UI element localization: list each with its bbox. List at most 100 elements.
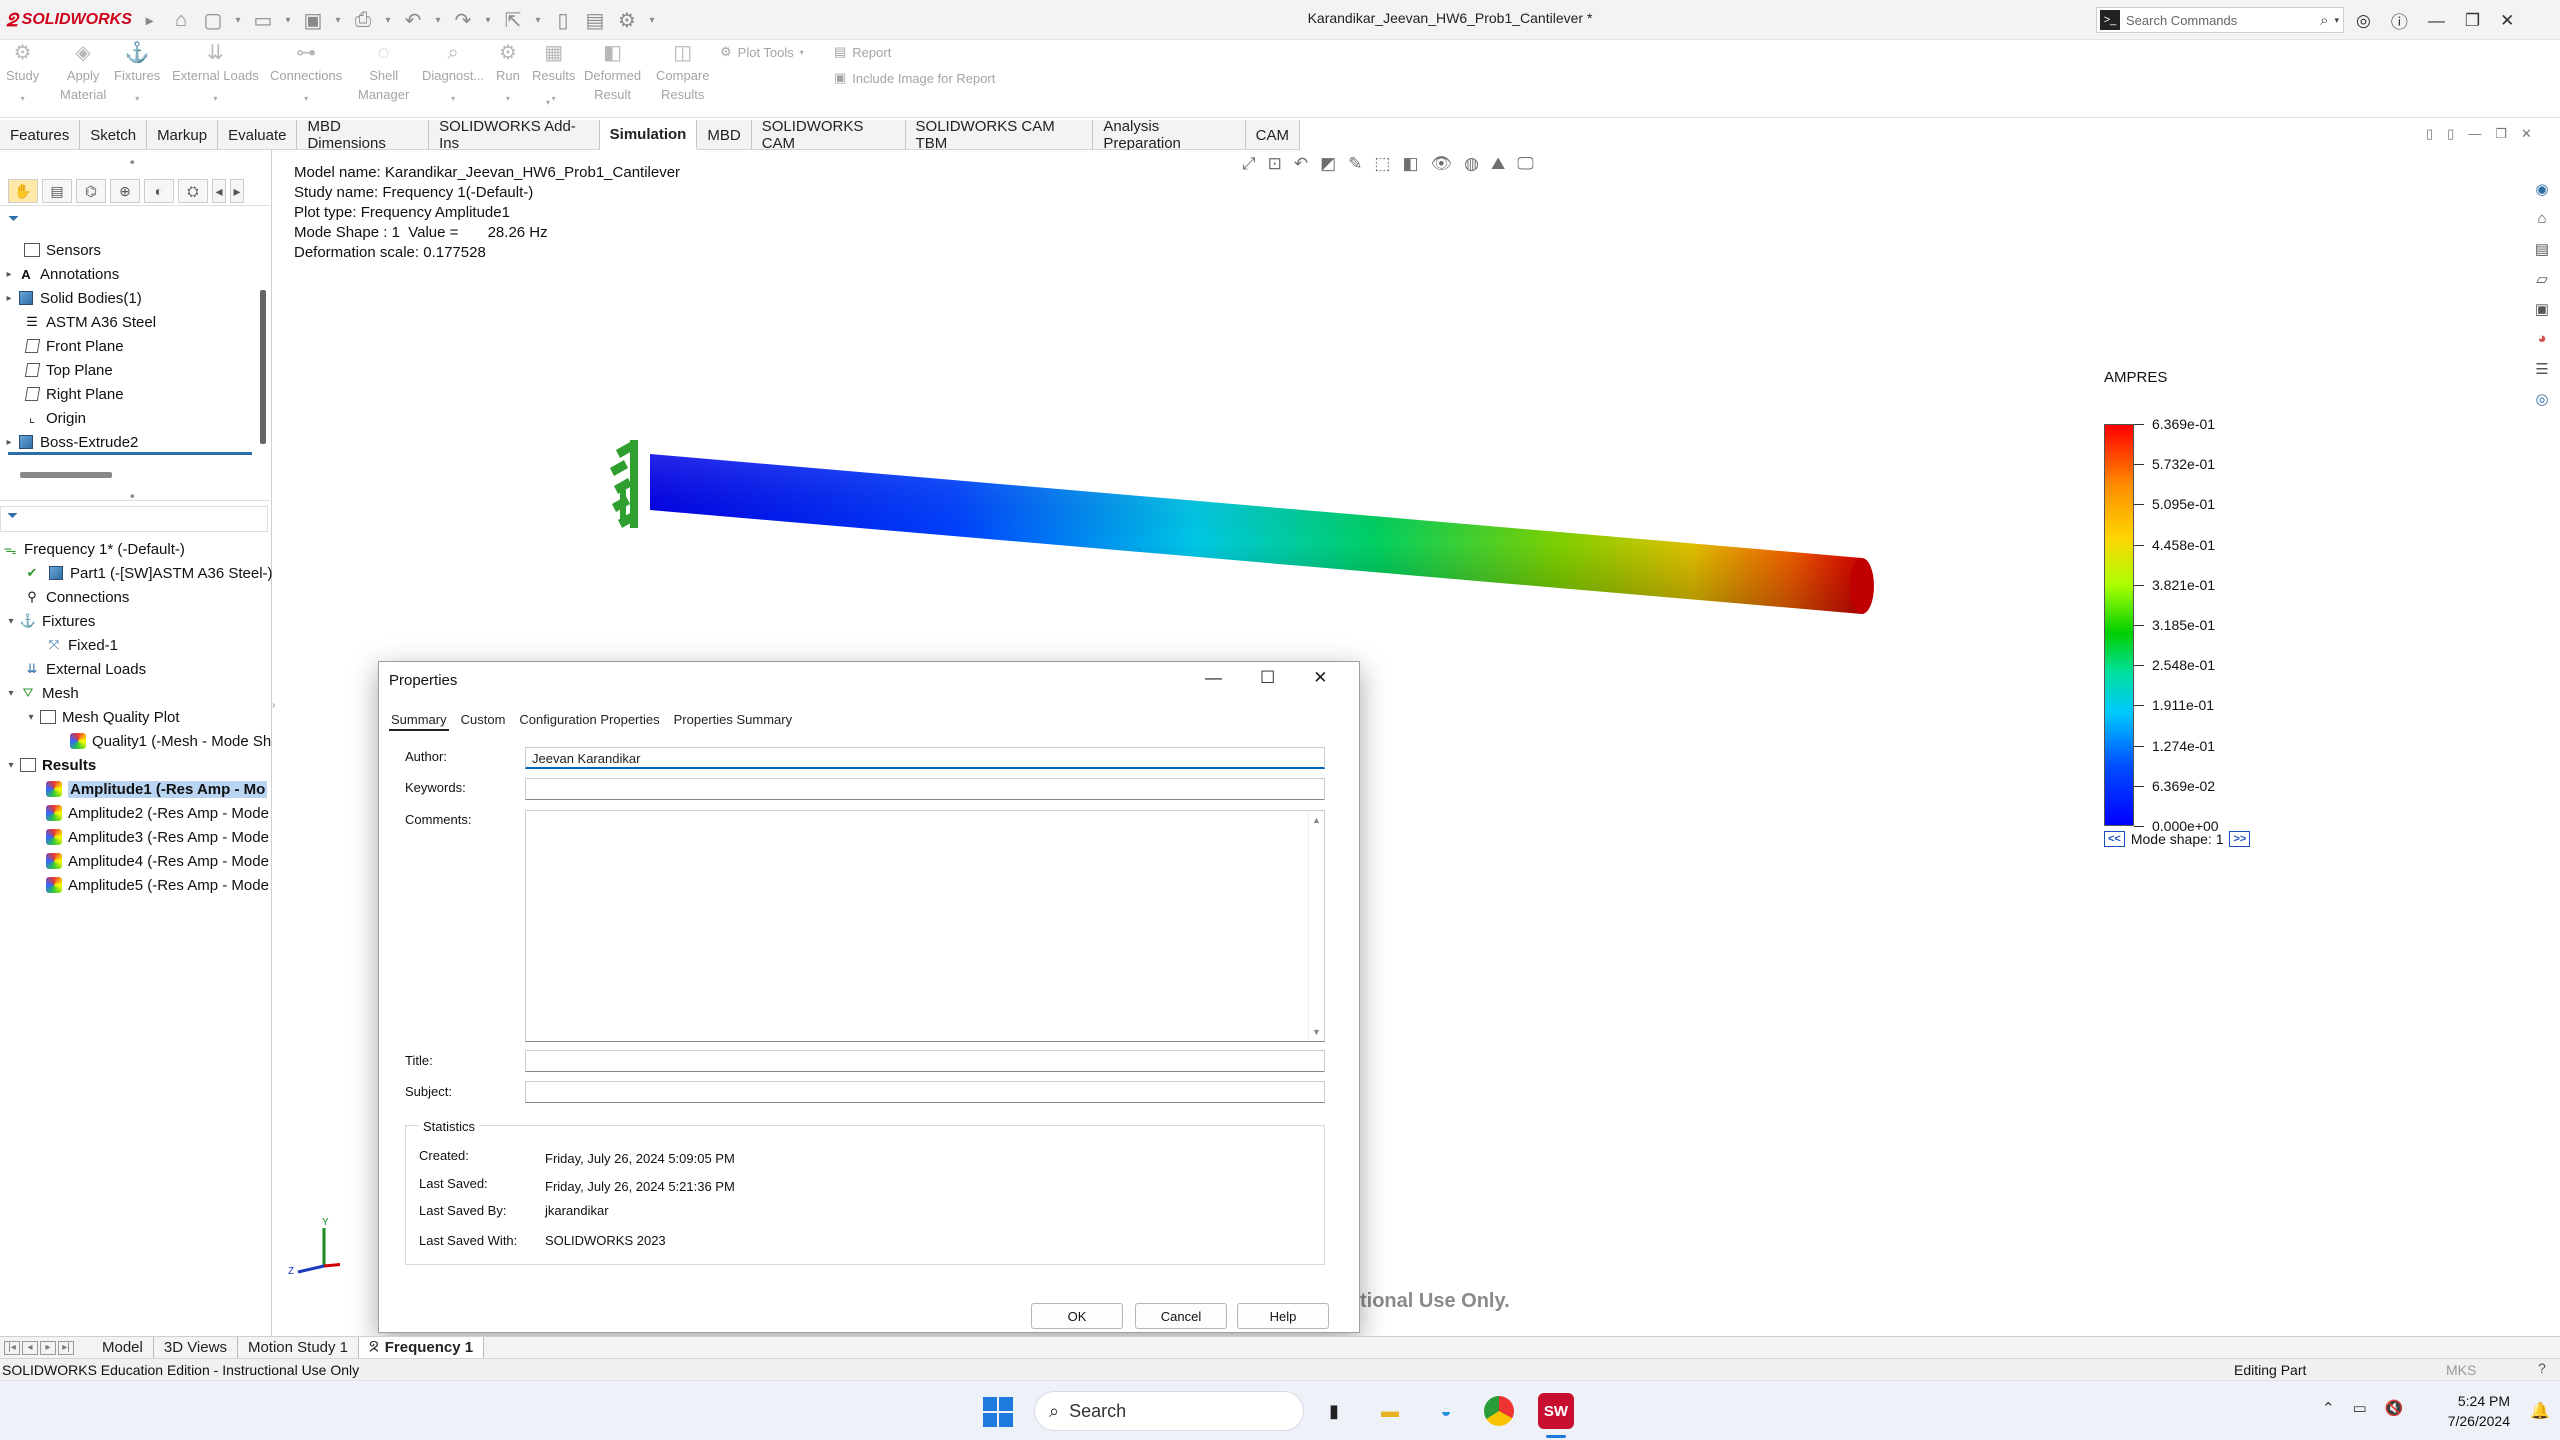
connections-dropdown-icon[interactable]: ▾	[304, 89, 308, 108]
new-dropdown-icon[interactable]: ▾	[232, 15, 244, 26]
panel-collapse-icon[interactable]: ›	[272, 700, 275, 711]
help-button[interactable]: Help	[1237, 1303, 1329, 1329]
view-palette-icon[interactable]: ▣	[2531, 300, 2553, 320]
comments-field[interactable]: ▲ ▼	[525, 810, 1325, 1042]
unit-system[interactable]: MKS	[2446, 1362, 2476, 1378]
taskbar-clock[interactable]: 5:24 PM 7/26/2024	[2424, 1391, 2510, 1431]
report-button[interactable]: ▤ Report	[834, 44, 891, 60]
tab-mbd[interactable]: MBD	[697, 120, 752, 150]
tree-item-sensors[interactable]: Sensors	[8, 238, 101, 262]
tree-item-solid-bodies[interactable]: ▸ Solid Bodies(1)	[2, 286, 141, 310]
simulation-tree-filter[interactable]: ⏷	[0, 506, 268, 532]
study-button[interactable]: ⚙ Study ▾	[6, 43, 39, 108]
first-tab-icon[interactable]: |◂	[4, 1340, 20, 1355]
options-dropdown-icon[interactable]: ▾	[646, 15, 658, 26]
dialog-minimize-icon[interactable]: —	[1205, 668, 1222, 688]
apply-material-button[interactable]: ◈ Apply Material	[60, 43, 106, 104]
tree-item-material[interactable]: ☰ ASTM A36 Steel	[8, 310, 156, 334]
tree-item-quality1[interactable]: Quality1 (-Mesh - Mode Sh	[68, 729, 271, 753]
fixtures-dropdown-icon[interactable]: ▾	[135, 89, 139, 108]
tab-properties-summary[interactable]: Properties Summary	[672, 710, 794, 731]
help-icon[interactable]: ⓘ	[2391, 8, 2408, 33]
diagnostics-dropdown-icon[interactable]: ▾	[451, 89, 455, 108]
expand-toggle[interactable]: ▾	[24, 712, 38, 723]
hide-show-items-icon[interactable]: 👁	[1431, 154, 1453, 174]
next-tab-icon[interactable]: ▸	[40, 1340, 56, 1355]
zoom-to-fit-icon[interactable]: ⤢	[1242, 154, 1256, 174]
restore-icon[interactable]: ❐	[2465, 11, 2480, 31]
tab-evaluate[interactable]: Evaluate	[218, 120, 298, 150]
rebuild-icon[interactable]: ▯	[550, 8, 576, 33]
next-mode-button[interactable]: >>	[2229, 831, 2251, 847]
view-settings-icon[interactable]: 🖵	[1517, 154, 1533, 174]
tree-item-mesh[interactable]: ▾ ⛛ Mesh	[4, 681, 78, 705]
tree-item-amplitude3[interactable]: Amplitude3 (-Res Amp - Mode	[44, 825, 269, 849]
tab-solidworks-add-ins[interactable]: SOLIDWORKS Add-Ins	[429, 118, 600, 152]
tab-simulation[interactable]: Simulation	[599, 120, 698, 150]
tree-item-connections[interactable]: ⚲ Connections	[22, 585, 129, 609]
tree-item-part[interactable]: ✔ Part1 (-[SW]ASTM A36 Steel-)	[22, 561, 273, 585]
tab-sketch[interactable]: Sketch	[80, 120, 148, 150]
undo-icon[interactable]: ↶	[400, 8, 426, 33]
edit-appearance-icon[interactable]: ◍	[1464, 154, 1479, 174]
tree-item-fixtures[interactable]: ▾ ⚓ Fixtures	[4, 609, 95, 633]
results-sub-dropdown-icon[interactable]: ▾	[546, 98, 550, 107]
tree-item-amplitude1[interactable]: Amplitude1 (-Res Amp - Mo	[44, 777, 268, 801]
design-library-icon[interactable]: ▤	[2531, 240, 2553, 260]
doc-close-icon[interactable]: ✕	[2521, 126, 2532, 142]
tabs-scroll-left-icon[interactable]: ◂	[212, 178, 226, 203]
keywords-field[interactable]	[525, 778, 1325, 800]
tree-item-boss-extrude2[interactable]: ▸ Boss-Extrude2	[2, 430, 138, 454]
comments-scrollbar[interactable]: ▲ ▼	[1308, 811, 1324, 1041]
tile-left-icon[interactable]: ▯	[2426, 126, 2433, 142]
solidworks-logo[interactable]: ᘖ SOLIDWORKS ▸	[6, 6, 153, 34]
select-icon[interactable]: ⇱	[500, 8, 526, 33]
tab-solidworks-cam[interactable]: SOLIDWORKS CAM	[752, 118, 906, 152]
diagnostics-button[interactable]: ⌕ Diagnost... ▾	[422, 43, 484, 108]
windows-start-icon[interactable]	[983, 1397, 1013, 1427]
tree-item-results[interactable]: ▾ Results	[4, 753, 96, 777]
doc-minimize-icon[interactable]: —	[2468, 126, 2481, 142]
last-tab-icon[interactable]: ▸|	[58, 1340, 74, 1355]
search-commands-box[interactable]: >_ Search Commands ⌕ ▾	[2096, 7, 2344, 33]
redo-icon[interactable]: ↷	[450, 8, 476, 33]
dialog-close-icon[interactable]: ✕	[1313, 668, 1327, 688]
file-properties-icon[interactable]: ▤	[582, 8, 608, 33]
horizontal-scroll-thumb[interactable]	[20, 472, 112, 478]
view-orientation-icon[interactable]: ⬚	[1374, 154, 1390, 174]
tab-motion-study-1[interactable]: Motion Study 1	[238, 1336, 360, 1359]
panel-grip-icon[interactable]: ⦁	[130, 156, 135, 167]
doc-restore-icon[interactable]: ❐	[2495, 126, 2507, 142]
tree-item-annotations[interactable]: ▸ A Annotations	[2, 262, 119, 286]
network-icon[interactable]: ▭	[2353, 1399, 2367, 1417]
save-icon[interactable]: ▣	[300, 8, 326, 33]
expand-toggle[interactable]: ▾	[4, 688, 18, 699]
file-explorer-icon[interactable]: ▱	[2531, 270, 2553, 290]
tab-cam[interactable]: CAM	[1246, 120, 1300, 150]
open-dropdown-icon[interactable]: ▾	[282, 15, 294, 26]
run-button[interactable]: ⚙ Run ▾	[496, 43, 520, 108]
tree-item-amplitude5[interactable]: Amplitude5 (-Res Amp - Mode	[44, 873, 269, 897]
tab-configuration-properties[interactable]: Configuration Properties	[517, 710, 661, 731]
dialog-maximize-icon[interactable]: ☐	[1260, 668, 1275, 688]
volume-muted-icon[interactable]: 🔇	[2385, 1399, 2404, 1417]
search-icon[interactable]: ⌕	[2320, 12, 2328, 29]
file-explorer-icon[interactable]: ▬	[1372, 1393, 1408, 1429]
ok-button[interactable]: OK	[1031, 1303, 1123, 1329]
status-help[interactable]: ?	[2538, 1360, 2546, 1376]
run-dropdown-icon[interactable]: ▾	[506, 89, 510, 108]
redo-dropdown-icon[interactable]: ▾	[482, 15, 494, 26]
zoom-to-area-icon[interactable]: ⊡	[1268, 154, 1282, 174]
display-manager-tab-icon[interactable]: ◐	[144, 178, 174, 203]
subject-field[interactable]	[525, 1081, 1325, 1103]
tab-custom[interactable]: Custom	[459, 710, 508, 731]
tab-summary[interactable]: Summary	[389, 710, 449, 731]
cam-tab-icon[interactable]: ⛭	[178, 178, 208, 203]
previous-mode-button[interactable]: <<	[2104, 831, 2125, 847]
search-dropdown-icon[interactable]: ▾	[2334, 15, 2339, 26]
tree-item-amplitude2[interactable]: Amplitude2 (-Res Amp - Mode	[44, 801, 269, 825]
expand-toggle[interactable]: ▾	[4, 760, 18, 771]
tab-solidworks-cam-tbm[interactable]: SOLIDWORKS CAM TBM	[906, 118, 1094, 152]
color-legend-bar[interactable]	[2104, 424, 2134, 826]
tab-markup[interactable]: Markup	[147, 120, 219, 150]
